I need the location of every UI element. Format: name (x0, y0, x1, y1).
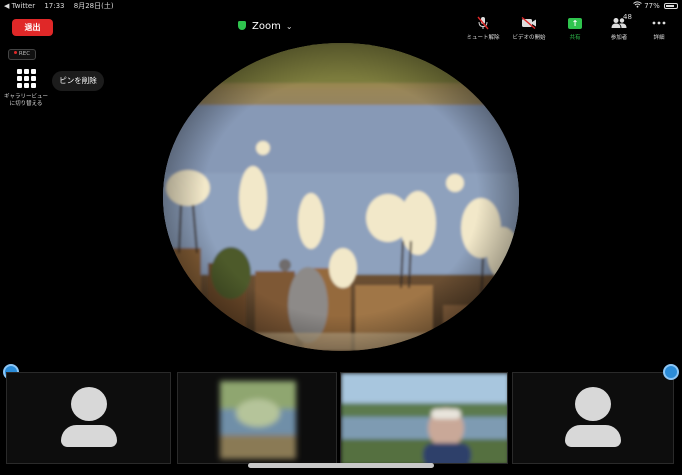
more-icon (639, 16, 679, 30)
unmute-button[interactable]: ミュート解除 (463, 16, 503, 41)
pinned-video-feed[interactable] (163, 43, 519, 351)
participants-icon: 48 (599, 13, 639, 30)
gallery-view-label: ギャラリービュー に切り替える (4, 94, 49, 107)
meeting-toolbar: 退出 Zoom ⌄ ミュート解除 ビデオの開始 ↑ 共有 48 参加者 詳細 (0, 13, 682, 43)
recording-label: REC (18, 51, 31, 57)
participant-thumbnail-1[interactable] (6, 372, 171, 464)
more-label: 詳細 (653, 35, 665, 41)
avatar-body-icon (60, 425, 117, 447)
unmute-label: ミュート解除 (466, 35, 500, 41)
egrets-scene-image (163, 43, 519, 351)
participant-video-2 (178, 373, 336, 463)
participants-button[interactable]: 48 参加者 (599, 13, 639, 41)
wifi-icon (633, 1, 644, 10)
participant-video-3 (341, 373, 507, 463)
battery-percent: 77% (644, 2, 660, 10)
back-to-app-link[interactable]: ◀ Twitter (4, 2, 35, 10)
participant-thumbnail-4[interactable] (512, 372, 674, 464)
participant-count: 48 (623, 13, 632, 21)
pin-right-icon[interactable] (663, 364, 679, 380)
meeting-title: Zoom (252, 21, 281, 32)
participant-thumbnail-strip[interactable] (0, 364, 682, 475)
status-bar: ◀ Twitter 17:33 8月28日(土) 77% (0, 0, 682, 13)
unpin-button[interactable]: ピンを削除 (52, 71, 104, 91)
mic-off-icon (463, 16, 503, 30)
avatar-placeholder (60, 387, 117, 447)
status-left: ◀ Twitter 17:33 8月28日(土) (4, 0, 121, 13)
recording-badge: REC (8, 49, 36, 60)
participants-label: 参加者 (610, 35, 628, 41)
share-button[interactable]: ↑ 共有 (555, 16, 595, 41)
gallery-grid-icon (16, 69, 36, 88)
avatar-body-icon (565, 425, 621, 447)
avatar-head-icon (70, 387, 107, 421)
share-icon: ↑ (568, 17, 582, 29)
record-dot-icon (13, 51, 17, 54)
leave-button[interactable]: 退出 (12, 19, 53, 36)
status-date: 8月28日(土) (73, 2, 114, 10)
meeting-title-dropdown[interactable]: Zoom ⌄ (238, 18, 293, 36)
security-shield-icon (238, 21, 246, 30)
switch-gallery-view-button[interactable]: ギャラリービュー に切り替える (4, 66, 48, 108)
share-label: 共有 (569, 35, 581, 41)
status-right: 77% (633, 0, 678, 13)
start-video-button[interactable]: ビデオの開始 (509, 16, 549, 41)
start-video-label: ビデオの開始 (512, 35, 546, 41)
avatar-placeholder (565, 387, 621, 447)
participant-thumbnail-2[interactable] (177, 372, 337, 464)
participant-thumbnail-3[interactable] (340, 372, 508, 464)
more-button[interactable]: 詳細 (639, 16, 679, 41)
battery-icon (664, 3, 678, 9)
home-indicator[interactable] (248, 463, 434, 468)
video-off-icon (509, 16, 549, 30)
avatar-head-icon (575, 387, 611, 421)
chevron-down-icon: ⌄ (285, 22, 293, 31)
status-time: 17:33 (44, 2, 65, 10)
